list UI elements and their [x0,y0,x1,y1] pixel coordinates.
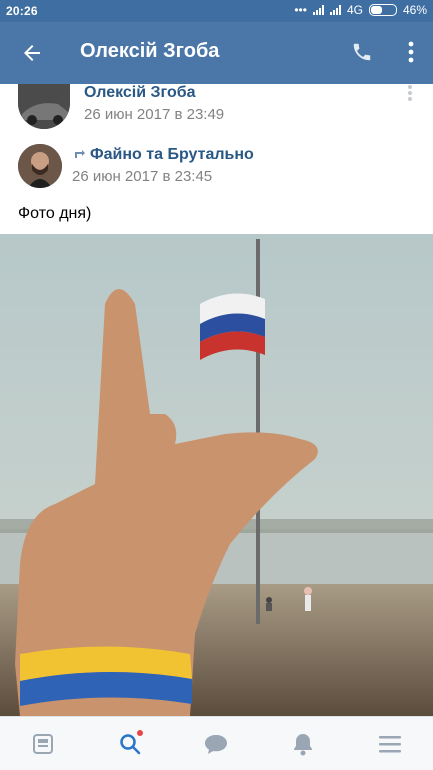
repost-date: 26 июн 2017 в 23:45 [72,168,213,185]
post-photo[interactable] [0,234,433,716]
post-date: 26 июн 2017 в 23:49 [84,106,225,123]
menu-icon [378,735,401,752]
post-text: Фото дня) [18,205,92,222]
signal-icon [312,5,324,15]
messages-icon [205,734,228,754]
tab-menu[interactable] [370,724,410,764]
network-type: 4G [346,3,363,17]
search-badge-dot [136,729,143,736]
author-name-link[interactable]: Олексій Згоба [84,84,196,102]
news-icon [33,733,54,754]
back-arrow-icon[interactable] [20,41,44,65]
page-title: Олексій Згоба [80,40,220,62]
author-avatar[interactable] [18,84,70,129]
status-icons: ••• 4G 46% [294,3,427,17]
tab-news[interactable] [23,724,63,764]
repost-icon [75,150,85,158]
battery-percent: 46% [402,3,427,17]
tab-notifications[interactable] [283,724,323,764]
status-time: 20:26 [6,4,38,18]
battery-icon [368,4,397,16]
signal-icon [329,5,341,15]
phone-icon[interactable] [351,41,373,63]
repost-source-link[interactable]: Файно та Брутально [90,146,254,164]
more-vertical-icon[interactable] [407,40,415,64]
repost-source-avatar[interactable] [18,144,62,188]
post-options-icon[interactable] [407,84,413,102]
notifications-icon [294,733,313,755]
tab-messages[interactable] [196,724,236,764]
more-dots-icon: ••• [294,3,307,17]
tab-search[interactable] [110,724,150,764]
photo-image [0,234,433,716]
status-bar: 20:26 ••• 4G 46% [0,0,433,22]
bottom-tab-bar [0,716,433,770]
app-header: Олексій Згоба [0,22,433,84]
